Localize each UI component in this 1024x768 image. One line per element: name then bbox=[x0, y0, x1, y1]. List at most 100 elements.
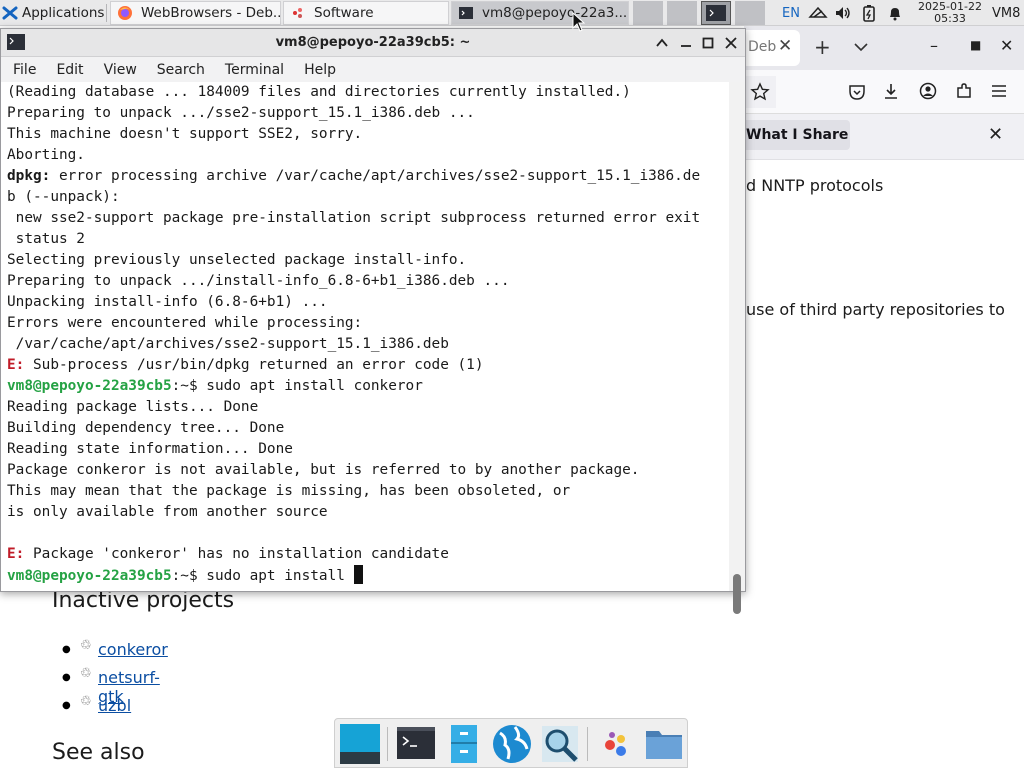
notification-bar: What I Share ✕ bbox=[744, 114, 1024, 160]
dock-separator bbox=[587, 727, 588, 761]
palette-icon[interactable] bbox=[595, 723, 637, 765]
terminal-menubar: File Edit View Search Terminal Help bbox=[1, 57, 745, 82]
scrollbar-thumb[interactable] bbox=[733, 574, 741, 614]
terminal-output[interactable]: (Reading database ... 184009 files and d… bbox=[1, 82, 729, 591]
terminal-line: Errors were encountered while processing… bbox=[7, 315, 363, 331]
command-text: $ sudo apt install conkeror bbox=[188, 378, 423, 394]
folder-icon[interactable] bbox=[643, 723, 685, 765]
terminal-icon bbox=[459, 7, 473, 19]
command-text: $ sudo apt install bbox=[188, 568, 354, 584]
keyboard-layout[interactable]: EN bbox=[780, 0, 802, 26]
browser-tab-bar: Deb ✕ + – ■ ✕ bbox=[744, 26, 1024, 70]
error-message: Sub-process /usr/bin/dpkg returned an er… bbox=[24, 357, 484, 373]
task-software[interactable]: Software bbox=[283, 1, 449, 25]
task-terminal[interactable]: vm8@pepoyo-22a3... bbox=[451, 1, 629, 25]
user-menu[interactable]: VM8 bbox=[992, 0, 1024, 26]
terminal-line: This machine doesn't support SSE2, sorry… bbox=[7, 126, 363, 142]
menu-help[interactable]: Help bbox=[292, 62, 344, 78]
network-icon[interactable] bbox=[806, 0, 830, 26]
task-label: WebBrowsers - Deb... bbox=[141, 5, 281, 21]
page-text: use of third party repositories to bbox=[746, 300, 1005, 319]
task-webbrowsers[interactable]: WebBrowsers - Deb... bbox=[110, 1, 281, 25]
see-also-heading: See also bbox=[52, 740, 145, 765]
download-icon[interactable] bbox=[882, 82, 900, 100]
desktop-icon[interactable] bbox=[339, 723, 381, 765]
window-title: vm8@pepoyo-22a39cb5: ~ bbox=[275, 35, 471, 50]
terminal-line: Package conkeror is not available, but i… bbox=[7, 462, 640, 478]
url-bar-end[interactable] bbox=[744, 76, 776, 108]
panel-separator bbox=[106, 4, 107, 22]
terminal-line: Reading state information... Done bbox=[7, 441, 293, 457]
menu-file[interactable]: File bbox=[1, 62, 44, 78]
software-icon bbox=[293, 8, 302, 18]
close-icon[interactable]: ✕ bbox=[1000, 36, 1013, 55]
prompt-dir: :~ bbox=[171, 378, 189, 394]
maximize-icon[interactable] bbox=[702, 37, 714, 49]
terminal-line: status 2 bbox=[7, 231, 85, 247]
menu-terminal[interactable]: Terminal bbox=[213, 62, 292, 78]
workspace-switcher[interactable] bbox=[633, 0, 767, 26]
chevron-down-icon[interactable] bbox=[854, 42, 868, 52]
app-finder-icon[interactable] bbox=[539, 723, 581, 765]
link-icon: ♲ bbox=[80, 694, 92, 709]
line-text: error processing archive /var/cache/apt/… bbox=[50, 168, 701, 184]
menu-view[interactable]: View bbox=[92, 62, 145, 78]
terminal-window[interactable]: vm8@pepoyo-22a39cb5: ~ File Edit View Se… bbox=[0, 28, 746, 614]
clock[interactable]: 2025-01-22 05:33 bbox=[914, 1, 986, 25]
prompt-dir: :~ bbox=[171, 568, 189, 584]
menu-edit[interactable]: Edit bbox=[44, 62, 91, 78]
workspace-1[interactable] bbox=[633, 1, 663, 25]
link-icon: ♲ bbox=[80, 638, 92, 653]
menu-search[interactable]: Search bbox=[145, 62, 213, 78]
terminal-line: This may mean that the package is missin… bbox=[7, 483, 571, 499]
applications-menu[interactable]: Applications bbox=[2, 0, 104, 26]
browser-tab[interactable]: Deb ✕ bbox=[744, 30, 800, 66]
terminal-line: (Reading database ... 184009 files and d… bbox=[7, 84, 631, 100]
project-link[interactable]: conkeror bbox=[98, 640, 168, 659]
terminal-line: E: Package 'conkeror' has no installatio… bbox=[7, 544, 729, 565]
what-i-share-button[interactable]: What I Share bbox=[744, 120, 850, 150]
top-panel: Applications WebBrowsers - Deb... Softwa… bbox=[0, 0, 1024, 26]
minimize-icon[interactable]: – bbox=[930, 36, 938, 55]
minimize-icon[interactable] bbox=[680, 38, 692, 48]
terminal-icon[interactable] bbox=[395, 723, 437, 765]
workspace-3[interactable] bbox=[701, 1, 731, 25]
new-tab-icon[interactable]: + bbox=[814, 35, 831, 59]
dock bbox=[334, 718, 688, 768]
workspace-4[interactable] bbox=[735, 1, 765, 25]
terminal-line: Unpacking install-info (6.8-6+b1) ... bbox=[7, 294, 328, 310]
task-label: Software bbox=[314, 5, 374, 21]
terminal-icon bbox=[706, 5, 726, 21]
maximize-icon[interactable]: ■ bbox=[970, 38, 981, 52]
terminal-line: is only available from another source bbox=[7, 504, 328, 520]
terminal-line: vm8@pepoyo-22a39cb5:~$ sudo apt install bbox=[7, 565, 729, 586]
extensions-icon[interactable] bbox=[955, 82, 973, 100]
web-browser-icon[interactable] bbox=[491, 723, 533, 765]
account-icon[interactable] bbox=[919, 82, 937, 100]
terminal-titlebar[interactable]: vm8@pepoyo-22a39cb5: ~ bbox=[1, 29, 745, 57]
project-link[interactable]: uzbl bbox=[98, 696, 131, 715]
link-icon: ♲ bbox=[80, 666, 92, 681]
tab-close-icon[interactable]: ✕ bbox=[778, 36, 792, 56]
notifications-icon[interactable] bbox=[884, 0, 906, 26]
volume-icon[interactable] bbox=[832, 0, 854, 26]
terminal-line: /var/cache/apt/archives/sse2-support_15.… bbox=[7, 336, 449, 352]
battery-icon[interactable] bbox=[858, 0, 880, 26]
prompt-user-host: vm8@pepoyo-22a39cb5 bbox=[7, 568, 172, 584]
terminal-line: Aborting. bbox=[7, 147, 85, 163]
terminal-line: Selecting previously unselected package … bbox=[7, 252, 467, 268]
file-cabinet-icon[interactable] bbox=[443, 723, 485, 765]
close-icon[interactable] bbox=[725, 37, 737, 49]
close-notice-icon[interactable]: ✕ bbox=[988, 124, 1003, 145]
shade-icon[interactable] bbox=[656, 38, 668, 48]
bookmark-star-icon[interactable] bbox=[750, 82, 770, 102]
terminal-line: E: Sub-process /usr/bin/dpkg returned an… bbox=[7, 355, 729, 376]
terminal-scrollbar[interactable] bbox=[729, 82, 745, 614]
xfce-logo-icon bbox=[2, 6, 18, 20]
terminal-line: b (--unpack): bbox=[7, 189, 120, 205]
terminal-line: new sse2-support package pre-installatio… bbox=[7, 210, 701, 226]
menu-icon[interactable] bbox=[991, 84, 1007, 98]
pocket-icon[interactable] bbox=[848, 83, 866, 101]
workspace-2[interactable] bbox=[667, 1, 697, 25]
prompt-user-host: vm8@pepoyo-22a39cb5 bbox=[7, 378, 172, 394]
